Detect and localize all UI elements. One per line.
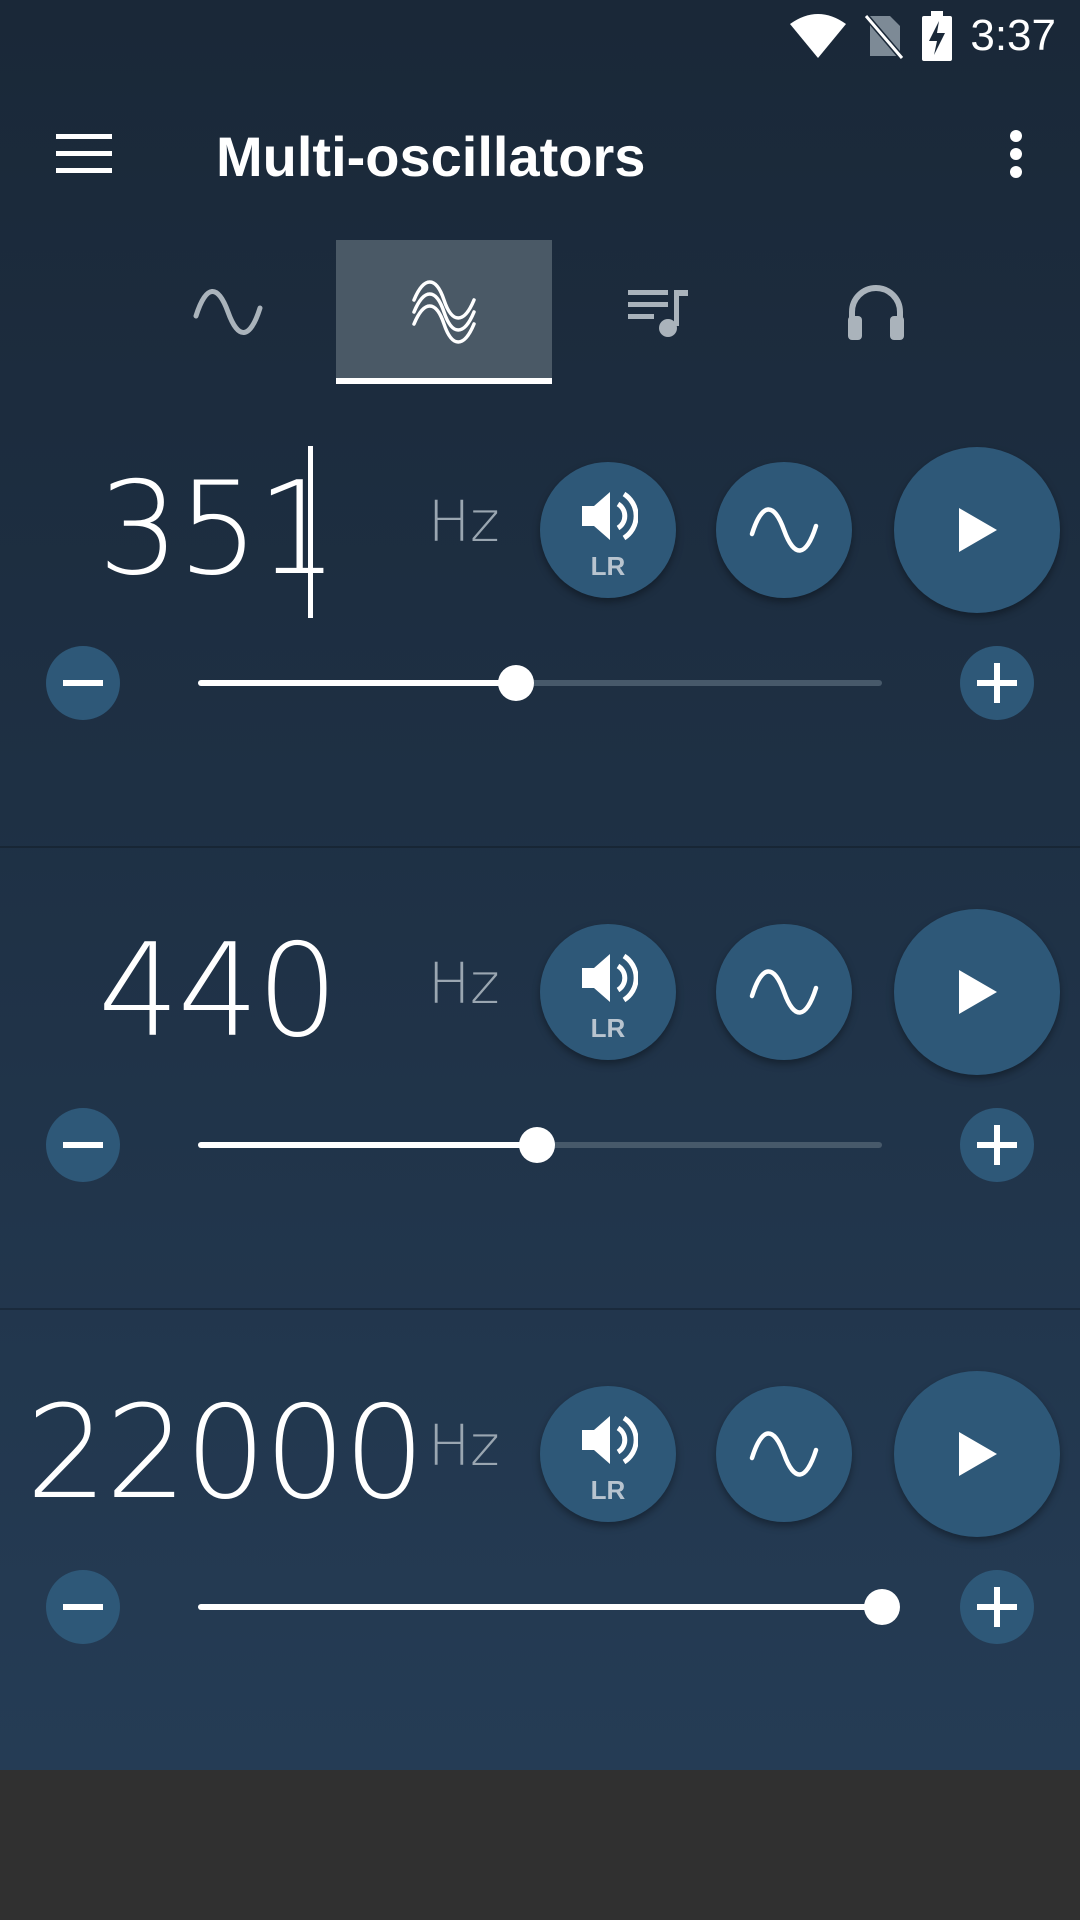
decrease-button[interactable] [46, 1570, 120, 1644]
frequency-input[interactable]: 351 [98, 450, 338, 610]
multi-wave-icon [412, 280, 476, 344]
divider [0, 1308, 1080, 1310]
menu-button[interactable] [40, 110, 128, 198]
navigation-bar-area [0, 1770, 1080, 1920]
channel-button[interactable]: LR [540, 924, 676, 1060]
menu-icon [56, 134, 112, 173]
channel-label: LR [590, 551, 626, 581]
status-bar: 3:37 [0, 0, 1080, 72]
tab-single-oscillator[interactable] [120, 240, 336, 384]
increase-button[interactable] [960, 1570, 1034, 1644]
increase-button[interactable] [960, 1108, 1034, 1182]
status-time: 3:37 [970, 11, 1056, 60]
unit-label: Hz [428, 490, 500, 555]
volume-icon [582, 491, 638, 541]
no-sim-icon [864, 14, 905, 60]
oscillator-row: 440 Hz LR [0, 862, 1080, 1322]
frequency-slider[interactable] [198, 665, 882, 701]
play-icon [959, 1432, 997, 1476]
slider-fill [198, 1142, 537, 1148]
slider-thumb[interactable] [864, 1589, 900, 1625]
tab-playlist[interactable] [552, 240, 768, 384]
tab-bar [0, 240, 1080, 384]
minus-icon [63, 680, 103, 686]
play-button[interactable] [894, 1371, 1060, 1537]
more-options-button[interactable] [972, 110, 1060, 198]
playlist-music-icon [628, 290, 688, 337]
channel-label: LR [590, 1013, 626, 1043]
tab-sweep[interactable] [984, 240, 1080, 384]
slider-thumb[interactable] [518, 1127, 555, 1163]
frequency-input[interactable]: 22000 [26, 1374, 425, 1534]
decrease-button[interactable] [46, 646, 120, 720]
sine-wave-icon [749, 507, 819, 553]
channel-button[interactable]: LR [540, 462, 676, 598]
channel-label: LR [590, 1475, 626, 1505]
play-button[interactable] [894, 909, 1060, 1075]
play-icon [959, 508, 997, 552]
plus-icon [977, 1587, 1017, 1627]
increase-button[interactable] [960, 646, 1034, 720]
channel-button[interactable]: LR [540, 1386, 676, 1522]
unit-label: Hz [428, 952, 500, 1017]
headphones-icon [848, 285, 904, 340]
plus-icon [977, 663, 1017, 703]
play-icon [959, 970, 997, 1014]
tab-indicator [336, 378, 552, 384]
play-button[interactable] [894, 447, 1060, 613]
tab-binaural[interactable] [768, 240, 984, 384]
app-bar: Multi-oscillators [0, 72, 1080, 240]
more-vert-icon [1010, 130, 1022, 178]
plus-icon [977, 1125, 1017, 1165]
sweep-wave-icon [1056, 282, 1080, 342]
decrease-button[interactable] [46, 1108, 120, 1182]
volume-icon [582, 1415, 638, 1465]
wifi-icon [790, 14, 847, 58]
volume-icon [582, 953, 638, 1003]
sine-wave-icon [749, 1431, 819, 1477]
unit-label: Hz [428, 1414, 500, 1479]
page-title: Multi-oscillators [216, 125, 646, 188]
frequency-input[interactable]: 440 [98, 912, 338, 1072]
oscillator-row: 351 Hz LR [0, 400, 1080, 860]
waveform-button[interactable] [716, 462, 852, 598]
status-icons: 3:37 [790, 8, 1056, 64]
slider-fill [198, 1604, 882, 1610]
waveform-button[interactable] [716, 924, 852, 1060]
minus-icon [63, 1604, 103, 1610]
sine-wave-icon [193, 289, 263, 335]
frequency-slider[interactable] [198, 1589, 900, 1625]
waveform-button[interactable] [716, 1386, 852, 1522]
divider [0, 846, 1080, 848]
oscillator-row: 22000 Hz LR [0, 1324, 1080, 1784]
app-screen: 3:37 Multi-oscillators 351 Hz LR 440 Hz … [0, 0, 1080, 1770]
minus-icon [63, 1142, 103, 1148]
sine-wave-icon [749, 969, 819, 1015]
battery-charging-icon [922, 11, 953, 61]
frequency-slider[interactable] [198, 1127, 882, 1163]
slider-fill [198, 680, 517, 686]
tab-multi-oscillators[interactable] [336, 240, 552, 384]
text-cursor [308, 446, 313, 618]
slider-thumb[interactable] [498, 665, 535, 701]
